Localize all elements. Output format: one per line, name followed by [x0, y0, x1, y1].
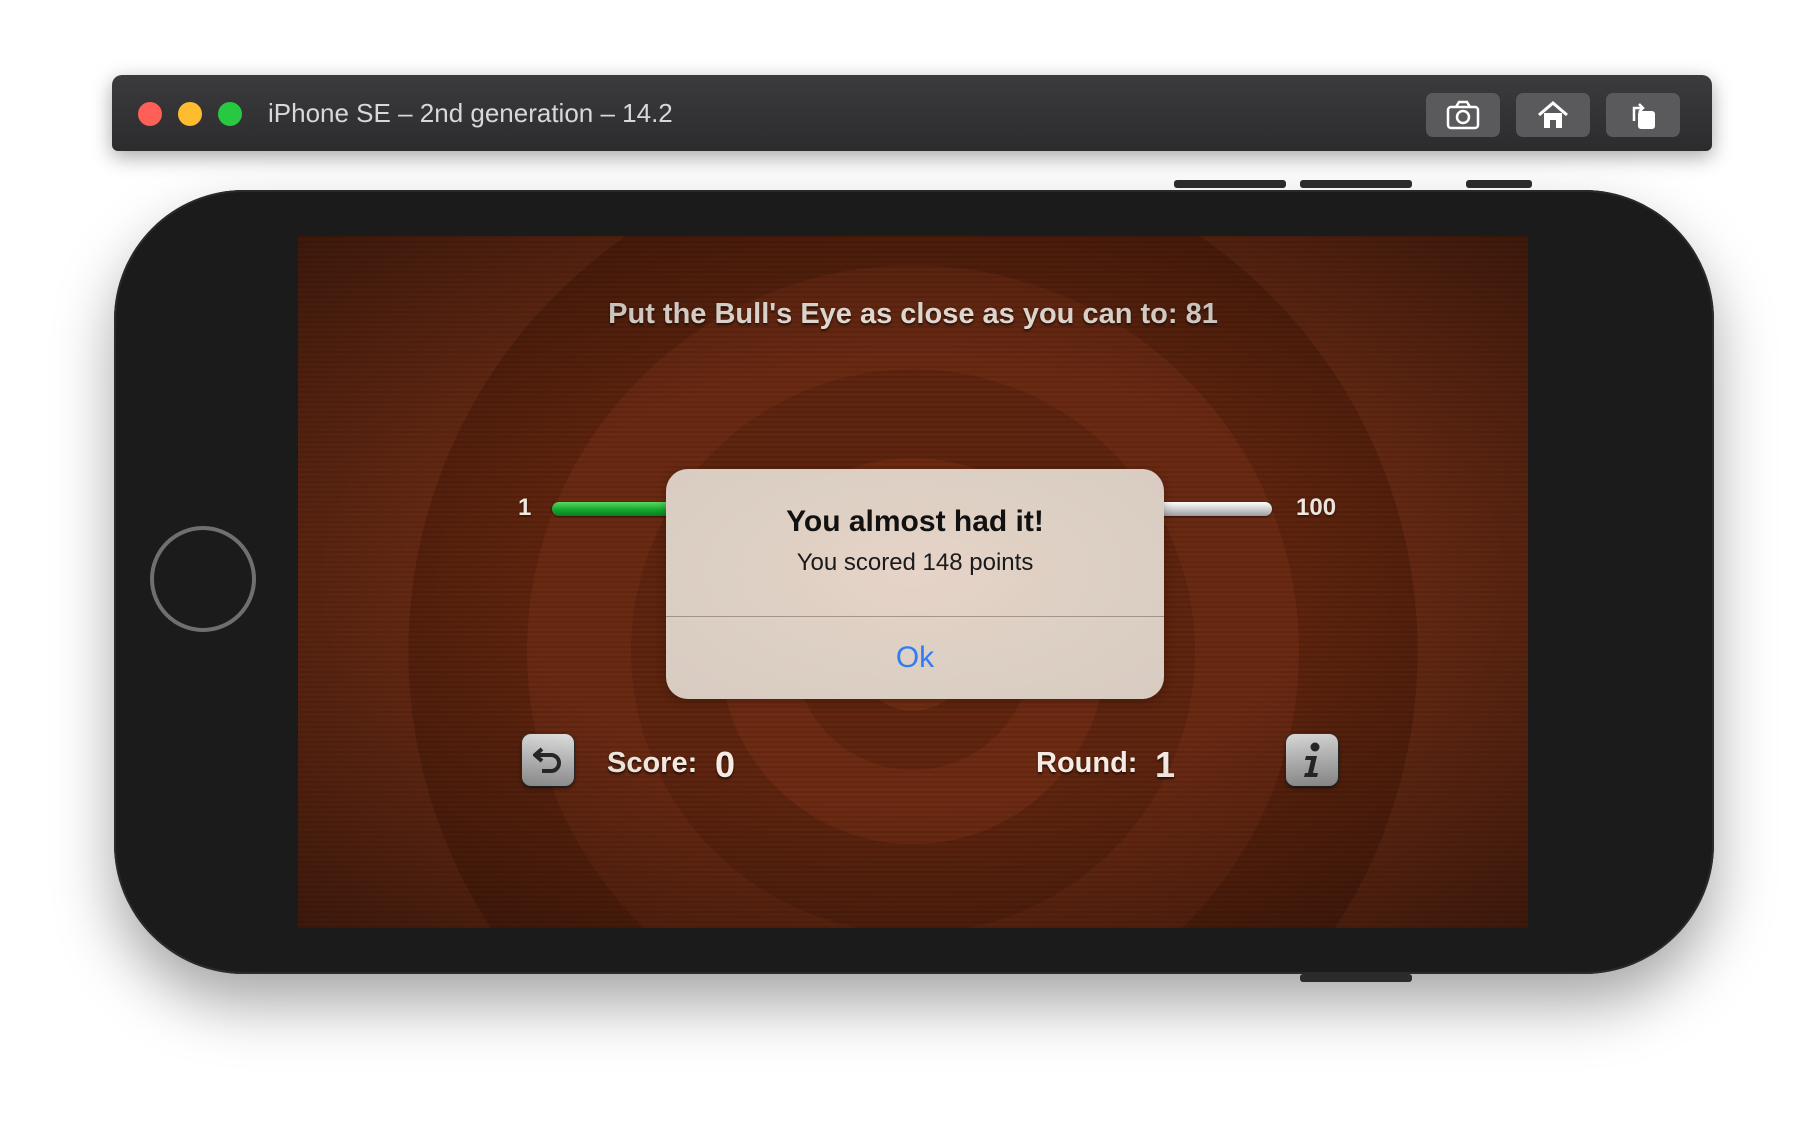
score-value: 0	[715, 744, 736, 785]
alert-title: You almost had it!	[786, 505, 1044, 538]
minimize-window-button[interactable]	[178, 102, 202, 126]
score-label: Score:	[607, 747, 698, 779]
start-over-button[interactable]	[522, 734, 574, 786]
rotate-icon	[1632, 103, 1655, 129]
slider-track-empty[interactable]	[1148, 502, 1272, 516]
mute-switch[interactable]	[1466, 180, 1532, 188]
volume-up-button[interactable]	[1174, 180, 1286, 188]
screenshot-button[interactable]	[1426, 93, 1500, 137]
round-value: 1	[1155, 744, 1176, 785]
zoom-window-button[interactable]	[218, 102, 242, 126]
info-button[interactable]	[1286, 734, 1338, 786]
rotate-button[interactable]	[1606, 93, 1680, 137]
score-alert: You almost had it! You scored 148 points…	[666, 469, 1164, 699]
game-screen: Put the Bull's Eye as close as you can t…	[298, 236, 1528, 928]
close-window-button[interactable]	[138, 102, 162, 126]
power-button[interactable]	[1300, 974, 1412, 982]
slider-min-label: 1	[518, 494, 532, 521]
restart-icon	[533, 747, 561, 773]
slider-track-filled[interactable]	[552, 502, 682, 516]
alert-message: You scored 148 points	[796, 549, 1034, 576]
round-label: Round:	[1036, 747, 1138, 779]
home-button[interactable]	[1516, 93, 1590, 137]
target-instruction: Put the Bull's Eye as close as you can t…	[608, 298, 1218, 330]
info-icon	[1304, 742, 1320, 777]
volume-down-button[interactable]	[1300, 180, 1412, 188]
slider-max-label: 100	[1296, 494, 1337, 521]
camera-icon	[1446, 100, 1480, 130]
ok-button[interactable]: Ok	[666, 617, 1164, 699]
simulator-title-bar: iPhone SE – 2nd generation – 14.2	[112, 75, 1712, 151]
window-title: iPhone SE – 2nd generation – 14.2	[268, 98, 673, 128]
device-home-button[interactable]	[150, 526, 256, 632]
home-icon	[1538, 101, 1568, 128]
